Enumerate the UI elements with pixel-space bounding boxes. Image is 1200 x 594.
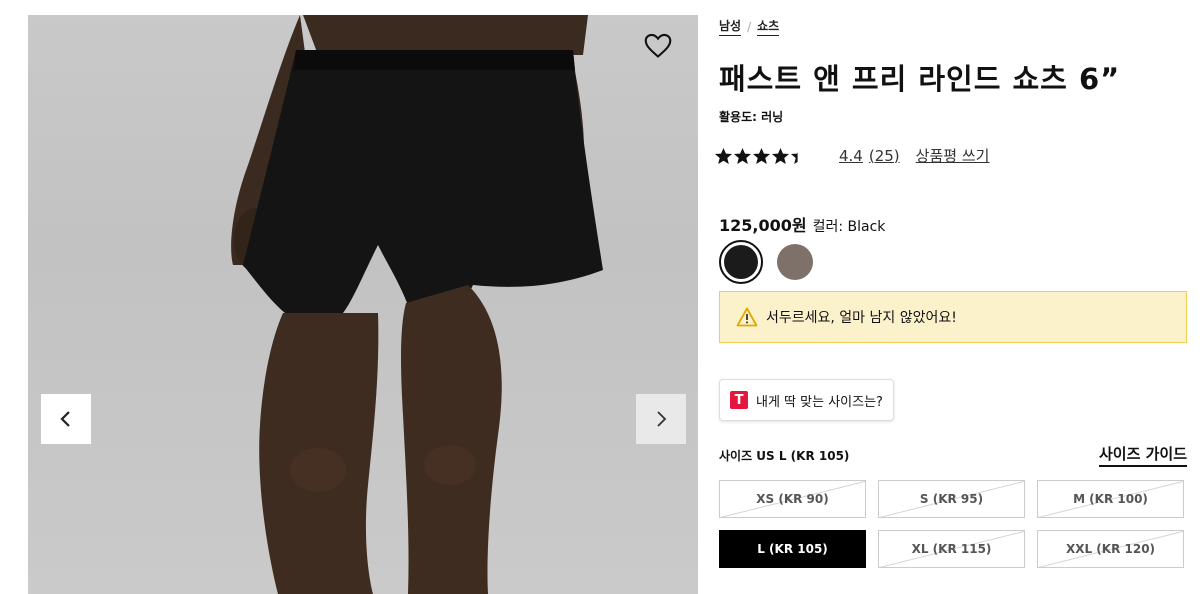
- selected-size-label: 사이즈 US L (KR 105): [719, 448, 850, 463]
- product-photo: [231, 15, 603, 594]
- product-title: 패스트 앤 프리 라인드 쇼츠 6”: [719, 62, 1121, 96]
- size-option-label: S (KR 95): [919, 492, 984, 506]
- fit-finder-button[interactable]: T 내게 딱 맞는 사이즈는?: [719, 379, 894, 421]
- warning-icon: [736, 307, 758, 327]
- rating-score-link[interactable]: 4.4: [839, 147, 863, 165]
- size-option-label: XL (KR 115): [911, 542, 992, 556]
- size-option-label: XS (KR 90): [756, 492, 829, 506]
- size-guide-link[interactable]: 사이즈 가이드: [1098, 443, 1187, 467]
- product-image-gallery: [28, 15, 698, 594]
- size-option-label: XXL (KR 120): [1065, 542, 1156, 556]
- rating-row: 4.4 (25) 상품평 쓰기: [714, 145, 989, 166]
- product-info-panel: 남성 / 쇼츠 패스트 앤 프리 라인드 쇼츠 6” 활용도: 러닝 4.4 (…: [714, 0, 1189, 594]
- size-option[interactable]: XL (KR 115): [878, 530, 1025, 568]
- next-image-button[interactable]: [636, 394, 686, 444]
- heart-icon: [644, 33, 672, 58]
- color-swatches: [719, 240, 817, 284]
- size-option[interactable]: M (KR 100): [1037, 480, 1184, 518]
- chevron-left-icon: [60, 411, 70, 427]
- fit-finder-label: 내게 딱 맞는 사이즈는?: [756, 394, 883, 410]
- previous-image-button[interactable]: [41, 394, 91, 444]
- chevron-right-icon: [657, 411, 667, 427]
- color-swatch[interactable]: [719, 240, 763, 284]
- breadcrumb: 남성 / 쇼츠: [719, 17, 780, 36]
- star-icon: [771, 147, 790, 164]
- star-icon: [790, 151, 798, 164]
- low-stock-alert: 서두르세요, 얼마 남지 않았어요!: [719, 291, 1187, 343]
- size-header: 사이즈 US L (KR 105) 사이즈 가이드: [719, 443, 1187, 467]
- write-review-link[interactable]: 상품평 쓰기: [916, 145, 990, 166]
- star-icon: [733, 147, 752, 164]
- size-option[interactable]: XS (KR 90): [719, 480, 866, 518]
- size-option[interactable]: S (KR 95): [878, 480, 1025, 518]
- size-option[interactable]: L (KR 105): [719, 530, 866, 568]
- size-option-label: M (KR 100): [1073, 492, 1148, 506]
- breadcrumb-separator: /: [747, 19, 752, 34]
- swatch-color: [777, 244, 813, 280]
- swatch-color: [724, 245, 758, 279]
- price-row: 125,000원 컬러: Black: [719, 212, 885, 236]
- breadcrumb-link-shorts[interactable]: 쇼츠: [757, 17, 780, 36]
- breadcrumb-link-men[interactable]: 남성: [719, 17, 742, 36]
- product-activity: 활용도: 러닝: [719, 110, 784, 124]
- product-price: 125,000원: [719, 216, 807, 235]
- wishlist-button[interactable]: [644, 33, 672, 59]
- fit-finder-logo: T: [730, 391, 748, 409]
- star-icon: [714, 147, 733, 164]
- size-option-label: L (KR 105): [757, 542, 828, 556]
- selected-color-label: 컬러: Black: [812, 219, 886, 235]
- alert-text: 서두르세요, 얼마 남지 않았어요!: [766, 310, 957, 326]
- color-swatch[interactable]: [773, 240, 817, 284]
- rating-stars: [714, 147, 809, 165]
- star-icon: [752, 147, 771, 164]
- size-option[interactable]: XXL (KR 120): [1037, 530, 1184, 568]
- review-count-link[interactable]: (25): [869, 147, 900, 165]
- size-options: XS (KR 90) S (KR 95) M (KR 100) L (KR 105) X…: [719, 480, 1184, 568]
